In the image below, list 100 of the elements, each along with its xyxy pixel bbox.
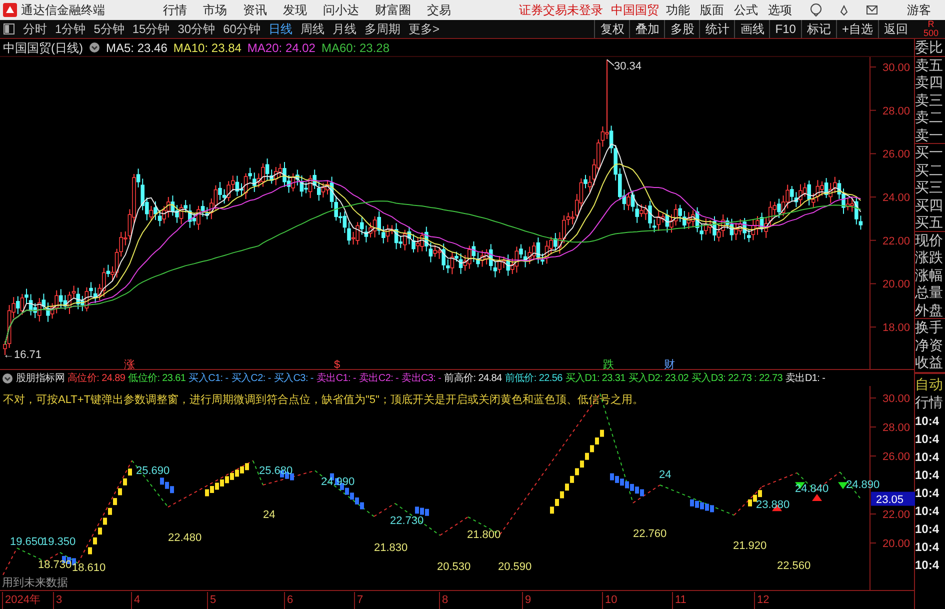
indicator-legend-item: 买入C3: - [274,372,314,386]
toolbar-button[interactable]: +自选 [836,20,878,38]
pivot-value-label: 20.530 [437,561,471,573]
quote-field-label: 总量 [915,284,944,302]
event-marker: 涨 [124,359,135,370]
quote-field-label: 换手 [915,319,944,336]
app-logo-icon[interactable] [3,3,17,17]
quote-field-label: 卖一 [915,126,945,144]
quote-field-label: 卖二 [915,109,944,126]
menu-item[interactable]: 问小达 [315,1,367,19]
toolbar-button[interactable]: 复权 [594,20,630,38]
pivot-value-label: 22.760 [633,528,667,540]
trade-time: 10:4 [915,502,940,520]
menu-item[interactable]: 公式 [729,1,763,19]
period-tab[interactable]: 15分钟 [128,20,174,38]
indicator-legend-item: 买入D3: 22.73 : 22.73 [692,372,783,386]
date-axis-label: 10 [602,592,618,608]
period-tab[interactable]: 多周期 [360,20,404,38]
quote-field-label: 涨幅 [915,266,944,284]
quote-field-label: 现价 [915,232,944,249]
date-axis-label: 4 [131,592,140,608]
pivot-value-label: 19.350 [42,536,76,548]
period-tab[interactable]: 日线 [264,20,296,38]
menu-item[interactable]: 发现 [275,1,315,19]
period-tab[interactable]: 1分钟 [51,20,90,38]
toolbar-button[interactable]: 返回 [878,20,913,38]
menu-item[interactable]: 交易 [419,1,459,19]
indicator-legend-item: 买入C1: - [188,372,228,386]
indicator-name: 股朋指标网 [16,372,65,386]
period-tab[interactable]: 60分钟 [219,20,264,38]
price-axis-label: 24.00 [882,192,910,204]
price-axis-label: 20.00 [882,538,910,550]
indicator-legend-item: 低位价: 23.61 [128,372,186,386]
toolbar-button[interactable]: 统计 [699,20,734,38]
price-axis-label: 30.00 [882,393,910,405]
price-axis-label: 30.00 [882,62,910,74]
dropdown-icon[interactable] [89,42,100,53]
indicator-legend-item: 买入D2: 23.02 [628,372,689,386]
toolbar-button[interactable]: F10 [769,20,801,38]
panel-toggle-icon[interactable] [3,23,15,35]
quote-field-label: 买二 [915,162,944,179]
period-tab[interactable]: 月线 [328,20,360,38]
period-tab[interactable]: 5分钟 [90,20,128,38]
quote-field-label: 买五 [915,214,945,232]
quote-field-label: 卖三 [915,92,944,109]
mail-icon[interactable] [865,3,879,17]
trade-time: 10:4 [915,430,940,448]
quote-field-label: 涨跌 [915,249,944,266]
toolbar-button[interactable]: 画线 [734,20,770,38]
period-tab[interactable]: 周线 [296,20,328,38]
trade-time: 10:4 [915,466,940,484]
date-axis-label: 6 [284,592,294,608]
stock-name: 中国国贸 [611,2,659,19]
ma-legend: MA10: 23.84 [173,38,242,56]
quote-field-label: 收益 [915,354,944,372]
price-axis-label: 28.00 [882,422,910,434]
menu-item[interactable]: 财富圈 [367,1,419,19]
trade-time: 10:4 [915,484,940,502]
pivot-value-label: 19.650 [10,536,44,548]
menu-item[interactable]: 资讯 [235,1,275,19]
date-axis-label: 12 [754,592,770,608]
toolbar-button[interactable]: 叠加 [629,20,664,38]
pivot-value-label: 22.730 [390,515,424,527]
date-axis-label: 11 [672,592,686,608]
pivot-value-label: 24.840 [795,483,829,495]
toolbar-button[interactable]: 标记 [800,20,836,38]
dropdown-icon[interactable] [2,372,13,384]
price-axis-label: 20.00 [882,278,910,291]
menu-item[interactable]: 版面 [695,1,729,19]
date-axis-label: 3 [53,592,62,608]
warning-note: 用到未来数据 [2,577,68,589]
quote-field-label: 卖四 [915,74,944,92]
quote-field-label: 买三 [915,179,944,196]
toolbar-button[interactable]: 多股 [664,20,700,38]
period-tab[interactable]: 更多> [404,20,444,38]
mode-label[interactable]: 行情 [915,392,945,412]
ma-legend: MA5: 23.46 [106,38,168,56]
user-label[interactable]: 游客 [907,1,931,19]
pivot-value-label: 21.800 [467,529,501,541]
menu-item[interactable]: 市场 [195,1,235,19]
menu-item[interactable]: 选项 [763,1,797,19]
menu-item[interactable]: 功能 [661,1,695,19]
quote-field-label: 外盘 [915,302,945,319]
indicator-legend-item: 前高价: 24.84 [444,372,502,386]
period-tab[interactable]: 30分钟 [174,20,220,38]
indicator-legend-item: 卖出C1: - [316,372,356,386]
trade-time: 10:4 [915,448,940,466]
menu-item[interactable]: 行情 [155,1,195,19]
low-price-label: ←16.71 [3,349,42,361]
quote-field-label: 买四 [915,196,944,214]
chat-icon[interactable] [809,3,823,17]
indicator-legend-item: 卖出C2: - [359,372,399,386]
indicator-legend-item: 卖出D1: - [786,372,826,386]
period-tab[interactable]: 分时 [19,20,51,38]
indicator-legend-item: 买入C2: - [231,372,271,386]
ma-legend: MA60: 23.28 [321,38,390,56]
ma-legend: MA20: 24.02 [247,38,316,56]
mode-label[interactable]: 自动 [915,372,945,392]
pivot-value-label: 23.880 [756,499,790,511]
date-axis-label: 8 [439,592,448,608]
